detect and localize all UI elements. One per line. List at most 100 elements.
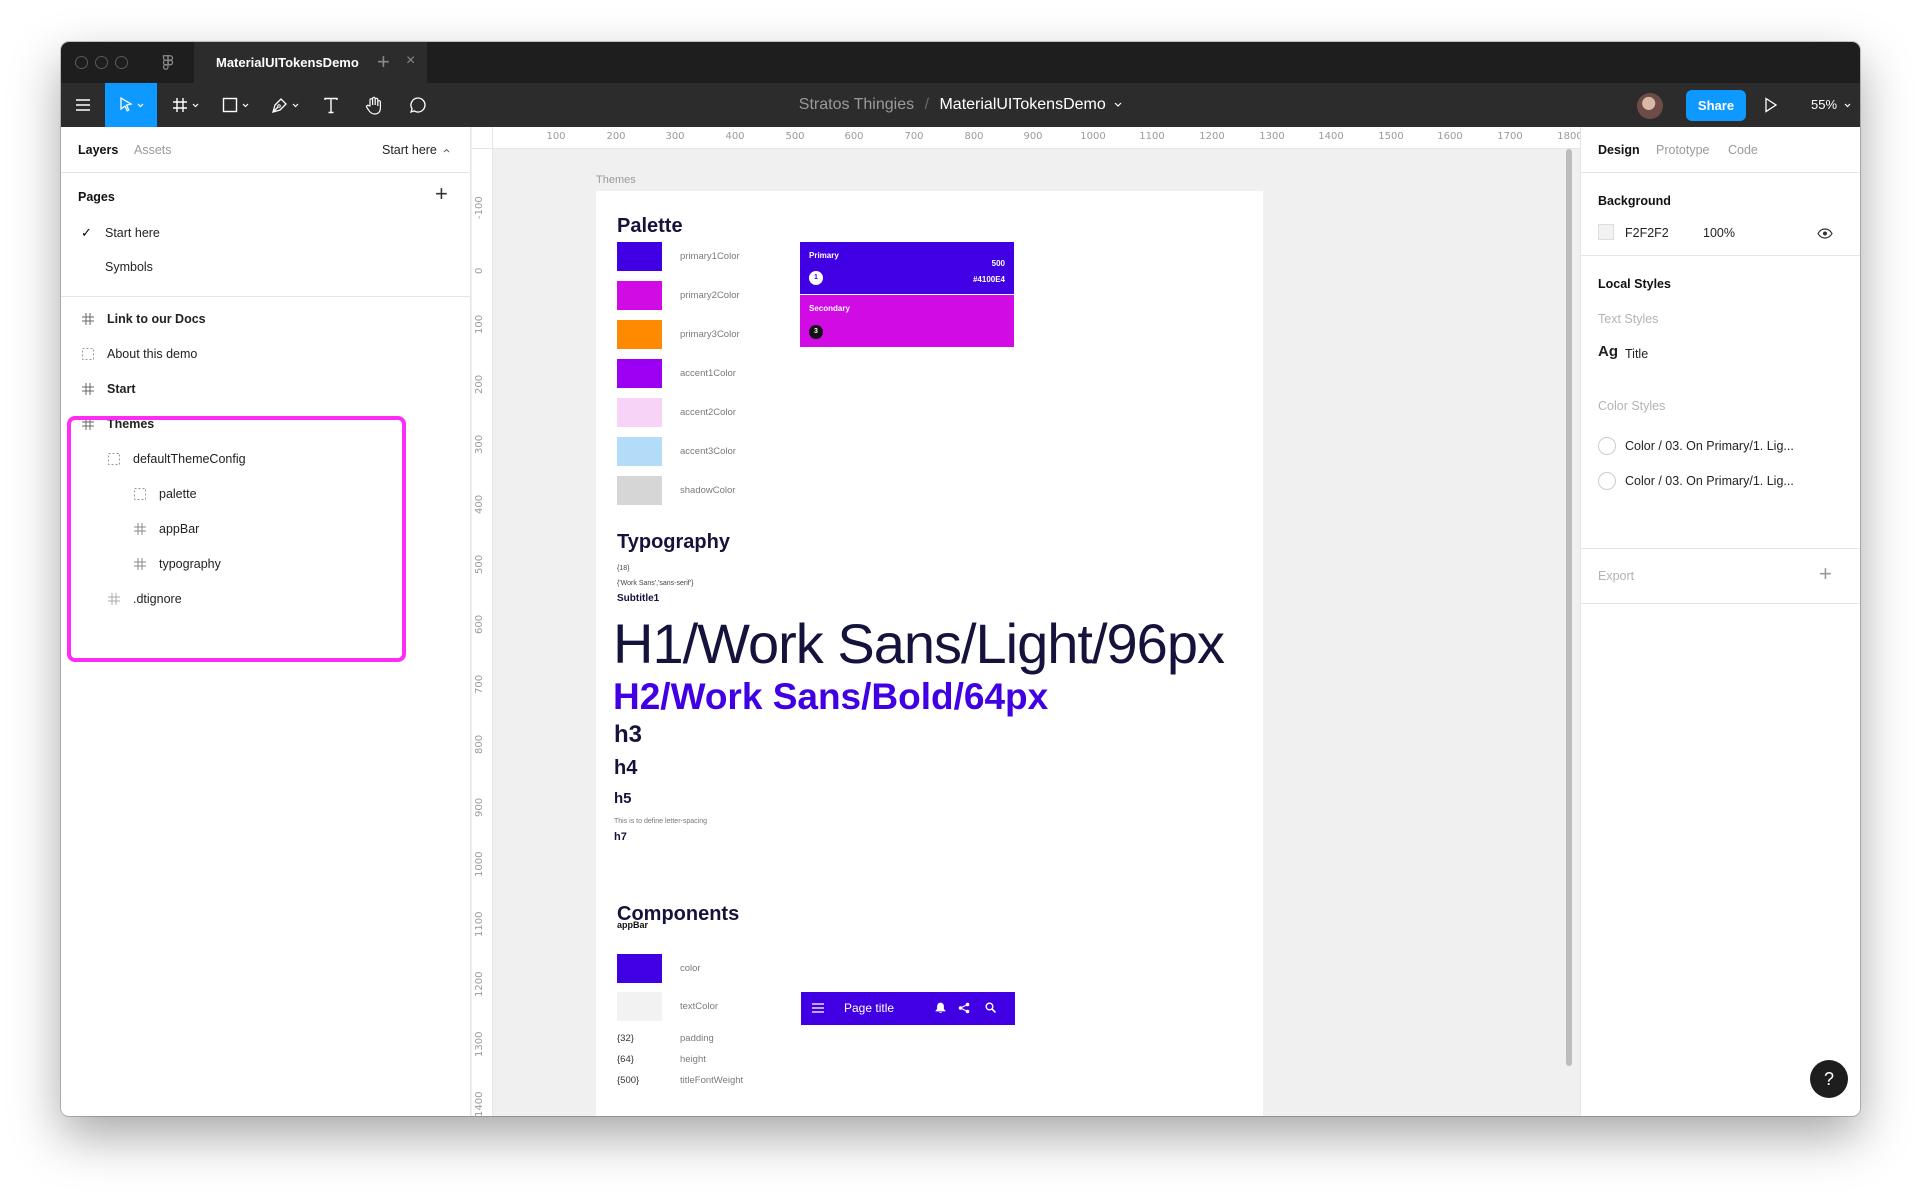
breadcrumb-project[interactable]: Stratos Thingies [799, 96, 914, 113]
appbar-label: appBar [617, 920, 649, 930]
breadcrumb-file[interactable]: MaterialUITokensDemo [939, 96, 1105, 113]
token-key: titleFontWeight [680, 1075, 744, 1086]
palette-title: Palette [617, 215, 683, 237]
primary3-color-swatch[interactable] [617, 320, 662, 349]
typography-title: Typography [617, 531, 730, 553]
ruler-tick: 600 [844, 131, 864, 142]
ruler-tick: 300 [665, 131, 685, 142]
vertical-scrollbar[interactable] [1566, 149, 1572, 1066]
tab-code[interactable]: Code [1728, 143, 1758, 157]
new-tab-button[interactable]: + [377, 49, 390, 75]
ruler-tick: 1700 [1497, 131, 1523, 142]
file-tab[interactable]: MaterialUITokensDemo × [194, 42, 427, 83]
secondary-color-block: Secondary 3 [800, 295, 1014, 347]
primary2-color-swatch[interactable] [617, 281, 662, 310]
ruler-tick: 900 [1023, 131, 1043, 142]
chevron-up-icon [443, 148, 450, 153]
page-item-start-here[interactable]: Start here [105, 226, 160, 240]
chevron-down-icon[interactable] [1114, 102, 1122, 108]
divider [61, 296, 470, 297]
frame-icon [81, 312, 95, 326]
ruler-tick: -100 [474, 196, 485, 219]
swatch-label: accent1Color [680, 368, 736, 379]
ruler-tick: 1400 [474, 1091, 485, 1116]
text-style-title[interactable]: Title [1625, 347, 1648, 361]
ruler-tick: 1600 [1437, 131, 1463, 142]
accent3-color-swatch[interactable] [617, 437, 662, 466]
breadcrumb: Stratos Thingies / MaterialUITokensDemo [61, 96, 1860, 114]
primary-hex: #4100E4 [972, 275, 1005, 284]
page-item-symbols[interactable]: Symbols [105, 260, 153, 274]
color-style-item[interactable]: Color / 03. On Primary/1. Lig... [1625, 439, 1794, 453]
tab-prototype[interactable]: Prototype [1656, 143, 1710, 157]
horizontal-ruler: 100 200 300 400 500 600 700 800 900 1000… [492, 127, 1580, 149]
swatch-label: primary3Color [680, 329, 740, 340]
current-page-selector[interactable]: Start here [382, 143, 450, 157]
background-opacity[interactable]: 100% [1703, 226, 1735, 240]
appbar-color-swatch[interactable] [617, 954, 662, 983]
ruler-tick: 600 [474, 614, 485, 634]
zoom-dropdown[interactable]: 55% [1811, 97, 1851, 112]
background-color-swatch[interactable] [1598, 224, 1614, 240]
tab-assets[interactable]: Assets [134, 143, 172, 157]
palette-preview-card[interactable]: Primary 500 #4100E4 1 Secondary 3 [800, 242, 1014, 347]
title-bar: MaterialUITokensDemo × + [61, 42, 1860, 83]
share-button[interactable]: Share [1686, 90, 1746, 121]
h2-sample: H2/Work Sans/Bold/64px [613, 676, 1049, 717]
ruler-tick: 1000 [474, 851, 485, 877]
color-style-item[interactable]: Color / 03. On Primary/1. Lig... [1625, 474, 1794, 488]
ruler-tick: 900 [474, 797, 485, 817]
toolbar: Stratos Thingies / MaterialUITokensDemo … [61, 83, 1860, 127]
file-tab-title: MaterialUITokensDemo [216, 55, 359, 70]
help-button[interactable]: ? [1810, 1060, 1848, 1098]
layer-about-this-demo[interactable]: About this demo [81, 347, 197, 361]
ruler-tick: 100 [546, 131, 566, 142]
ruler-tick: 1200 [1199, 131, 1225, 142]
window-minimize-control[interactable] [95, 56, 108, 69]
accent2-color-swatch[interactable] [617, 398, 662, 427]
tab-layers[interactable]: Layers [78, 143, 118, 157]
add-page-button[interactable]: + [435, 181, 448, 207]
frame-label[interactable]: Themes [596, 174, 636, 186]
ruler-tick: 700 [474, 674, 485, 694]
bell-icon [935, 1002, 946, 1013]
appbar-color-label: color [680, 963, 701, 974]
background-hex[interactable]: F2F2F2 [1625, 226, 1669, 240]
ruler-tick: 1500 [1378, 131, 1404, 142]
ruler-tick: 1300 [1259, 131, 1285, 142]
swatch-label: accent2Color [680, 407, 736, 418]
add-export-button[interactable]: + [1819, 561, 1832, 587]
window-zoom-control[interactable] [115, 56, 128, 69]
primary-label: Primary [809, 251, 839, 260]
ruler-tick: 1200 [474, 971, 485, 997]
h7-sample: h7 [614, 831, 627, 843]
ruler-tick: 200 [474, 374, 485, 394]
ruler-tick: 400 [725, 131, 745, 142]
h5-sample: h5 [614, 790, 632, 807]
close-tab-icon[interactable]: × [406, 52, 415, 70]
appbar-text-color-swatch[interactable] [617, 992, 662, 1021]
window-close-control[interactable] [75, 56, 88, 69]
ruler-tick: 700 [904, 131, 924, 142]
export-header: Export [1598, 569, 1635, 583]
hamburger-icon [812, 1003, 824, 1013]
layer-link-to-our-docs[interactable]: Link to our Docs [81, 312, 206, 326]
avatar[interactable] [1637, 93, 1663, 119]
present-play-icon[interactable] [1764, 97, 1778, 113]
swatch-label: accent3Color [680, 446, 736, 457]
ruler-tick: 300 [474, 434, 485, 454]
layer-label: About this demo [107, 347, 198, 361]
accent1-color-swatch[interactable] [617, 359, 662, 388]
group-icon [81, 347, 95, 361]
eye-icon[interactable] [1817, 228, 1833, 239]
figma-logo-icon[interactable] [161, 54, 175, 72]
primary1-color-swatch[interactable] [617, 242, 662, 271]
layers-panel: Layers Assets Start here Pages + ✓ Start… [61, 127, 471, 1116]
canvas[interactable]: 100 200 300 400 500 600 700 800 900 1000… [472, 127, 1580, 1116]
themes-frame[interactable]: Palette primary1Color primary2Color prim… [596, 191, 1263, 1116]
appbar-preview[interactable]: Page title [801, 992, 1015, 1025]
layer-start[interactable]: Start [81, 382, 135, 396]
subtitle1-sample: Subtitle1 [617, 593, 660, 604]
shadow-color-swatch[interactable] [617, 476, 662, 505]
tab-design[interactable]: Design [1598, 143, 1640, 157]
